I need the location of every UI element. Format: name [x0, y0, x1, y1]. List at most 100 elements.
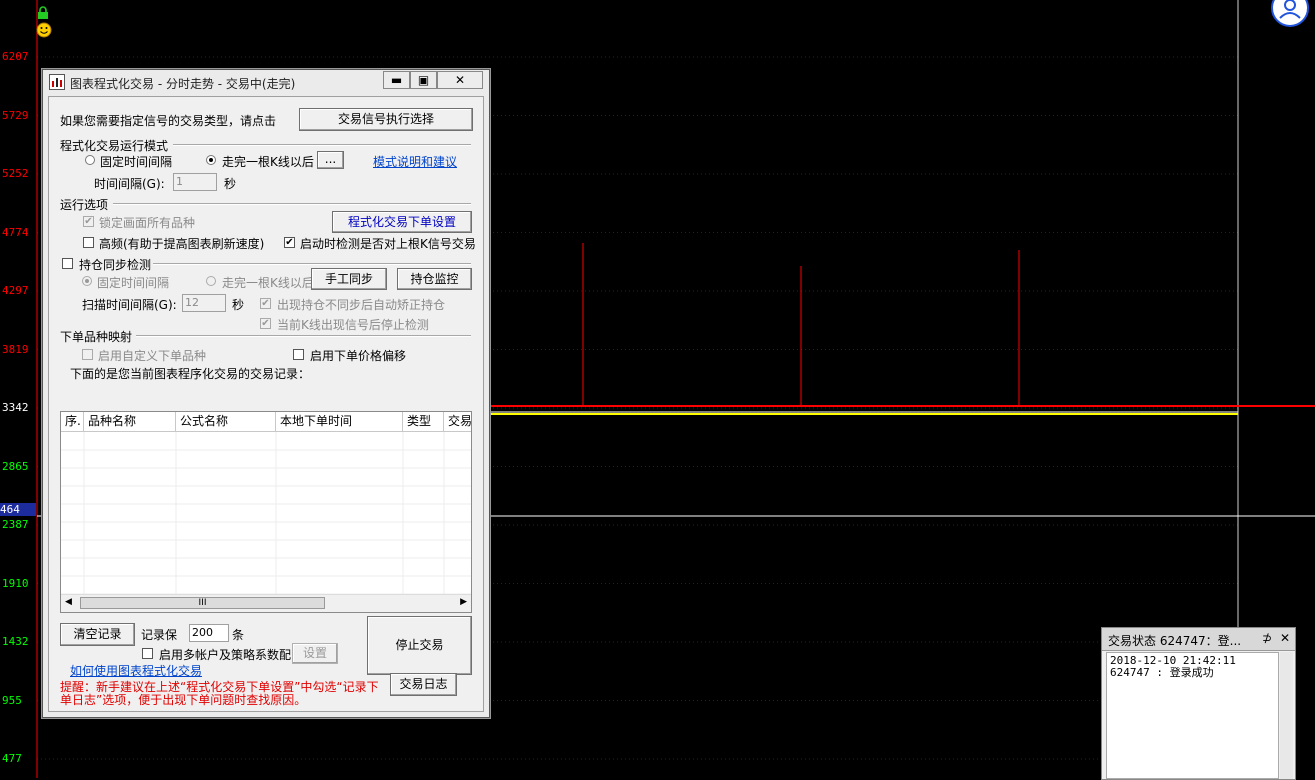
mode-section-title: 程式化交易运行模式: [60, 139, 169, 153]
keep-count-input[interactable]: 200: [189, 624, 229, 642]
interval-unit: 秒: [224, 177, 237, 191]
table-header: 序. 品种名称 公式名称 本地下单时间 类型 交易: [61, 412, 471, 432]
dialog-client: 如果您需要指定信号的交易类型，请点击 交易信号执行选择 程式化交易运行模式 固定…: [48, 96, 484, 712]
custom-symbol-checkbox[interactable]: [82, 349, 93, 360]
trade-records-table[interactable]: 序. 品种名称 公式名称 本地下单时间 类型 交易 ◀ III ▶: [60, 411, 472, 613]
price-offset-checkbox[interactable]: [293, 349, 304, 360]
lock-all-label: 锁定画面所有品种: [99, 216, 196, 230]
scan-interval-unit: 秒: [232, 298, 245, 312]
scan-interval-input[interactable]: 12: [182, 294, 226, 312]
close-button[interactable]: ✕: [437, 71, 483, 89]
mode-help-link[interactable]: 模式说明和建议: [373, 153, 457, 170]
manual-sync-button[interactable]: 手工同步: [311, 268, 387, 290]
position-monitor-button[interactable]: 持仓监控: [397, 268, 472, 290]
col-header-symbol[interactable]: 品种名称: [84, 412, 176, 432]
mapping-separator: [136, 335, 471, 337]
smile-icon: [36, 22, 52, 38]
status-log[interactable]: 2018-12-10 21:42:11 624747 : 登录成功: [1106, 652, 1279, 779]
col-header-index[interactable]: 序.: [61, 412, 84, 432]
multi-account-label: 启用多帐户及策略系数配: [159, 648, 292, 662]
mode-after-k-label[interactable]: 走完一根K线以后: [222, 153, 314, 170]
y-tick-label: 4774: [2, 225, 29, 239]
scroll-left-arrow-icon[interactable]: ◀: [65, 597, 72, 607]
high-freq-label: 高频(有助于提高图表刷新速度): [99, 237, 265, 251]
scroll-right-arrow-icon[interactable]: ▶: [460, 597, 467, 607]
scan-interval-label: 扫描时间间隔(G):: [82, 298, 177, 312]
dialog-title: 图表程式化交易 - 分时走势 - 交易中(走完): [70, 77, 296, 91]
multi-account-settings-button[interactable]: 设置: [292, 643, 338, 664]
beginner-warning: 提醒：新手建议在上述“程式化交易下单设置”中勾选“记录下单日志”选项，便于出现下…: [60, 680, 379, 707]
mode-after-k-radio[interactable]: [206, 155, 216, 165]
chart-app-icon: [49, 74, 65, 90]
y-tick-label: 1432: [2, 635, 29, 648]
auto-correct-label: 出现持仓不同步后自动矫正持仓: [277, 298, 446, 312]
interval-label: 时间间隔(G):: [94, 177, 165, 191]
status-title: 交易状态 624747：登...: [1108, 634, 1242, 648]
multi-account-checkbox[interactable]: [142, 648, 153, 659]
col-header-time[interactable]: 本地下单时间: [276, 412, 403, 432]
sync-after-k-label: 走完一根K线以后: [222, 276, 314, 290]
y-tick-label: 1910: [2, 576, 29, 590]
stop-trading-button[interactable]: 停止交易: [367, 616, 472, 675]
keep-label: 记录保: [141, 628, 178, 642]
position-sync-label: 持仓同步检测: [79, 258, 152, 272]
minimize-button[interactable]: ▬: [383, 71, 410, 89]
program-trading-dialog: 图表程式化交易 - 分时走势 - 交易中(走完) ▬ ▣ ✕ 如果您需要指定信号…: [42, 69, 490, 718]
howto-link[interactable]: 如何使用图表程式化交易: [70, 662, 202, 679]
maximize-button[interactable]: ▣: [410, 71, 437, 89]
order-settings-button[interactable]: 程式化交易下单设置: [332, 211, 472, 233]
check-on-start-checkbox[interactable]: ✔: [284, 237, 295, 248]
price-offset-label: 启用下单价格偏移: [310, 349, 407, 363]
y-tick-label: 4297: [2, 284, 29, 297]
y-tick-label: 3819: [2, 342, 29, 356]
y-tick-label: 6207: [2, 50, 29, 63]
y-tick-label: 5729: [2, 108, 29, 122]
y-tick-label: 477: [2, 752, 22, 765]
custom-symbol-label: 启用自定义下单品种: [98, 349, 207, 363]
signal-select-button[interactable]: 交易信号执行选择: [299, 108, 473, 131]
mode-fixed-radio[interactable]: [85, 155, 95, 165]
auto-correct-checkbox[interactable]: ✔: [260, 298, 271, 309]
scroll-thumb[interactable]: III: [80, 597, 325, 609]
clear-records-button[interactable]: 清空记录: [60, 623, 135, 646]
mode-more-button[interactable]: ...: [317, 151, 344, 169]
sync-fixed-radio[interactable]: [82, 276, 92, 286]
sync-fixed-label: 固定时间间隔: [97, 276, 170, 290]
options-separator: [113, 203, 471, 205]
mapping-section-title: 下单品种映射: [60, 330, 133, 344]
status-line-message: 624747 : 登录成功: [1110, 666, 1214, 679]
cursor-value-label: 464: [0, 503, 36, 516]
trade-log-button[interactable]: 交易日志: [390, 673, 457, 696]
mode-separator: [173, 144, 471, 146]
y-tick-label: 2865: [2, 459, 29, 473]
stop-on-signal-checkbox[interactable]: ✔: [260, 318, 271, 329]
y-tick-label: 2387: [2, 518, 29, 531]
y-tick-label: 3342: [2, 401, 29, 414]
position-sync-checkbox[interactable]: [62, 258, 73, 269]
trade-status-panel: 交易状态 624747：登... ⊅ ✕ 2018-12-10 21:42:11…: [1101, 627, 1296, 780]
status-scrollbar[interactable]: [1280, 652, 1293, 779]
high-freq-checkbox[interactable]: [83, 237, 94, 248]
y-tick-label: 955: [2, 693, 22, 707]
stop-on-signal-label: 当前K线出现信号后停止检测: [277, 318, 429, 332]
status-titlebar[interactable]: 交易状态 624747：登... ⊅ ✕: [1102, 628, 1295, 651]
lock-icon: [38, 6, 48, 19]
table-hscrollbar[interactable]: ◀ III ▶: [61, 594, 471, 612]
interval-input[interactable]: 1: [173, 173, 217, 191]
dialog-titlebar[interactable]: 图表程式化交易 - 分时走势 - 交易中(走完) ▬ ▣ ✕: [43, 70, 489, 94]
options-section-title: 运行选项: [60, 198, 109, 212]
col-header-trade[interactable]: 交易: [444, 412, 471, 432]
pin-icon[interactable]: ⊅: [1262, 631, 1272, 645]
signal-prompt: 如果您需要指定信号的交易类型，请点击: [60, 114, 277, 128]
sync-after-k-radio[interactable]: [206, 276, 216, 286]
mode-fixed-label[interactable]: 固定时间间隔: [100, 153, 172, 170]
user-icon[interactable]: [1270, 0, 1310, 30]
sync-separator: [153, 263, 471, 265]
table-empty-rows: [61, 432, 471, 595]
check-on-start-label: 启动时检测是否对上根K信号交易: [300, 237, 476, 251]
col-header-type[interactable]: 类型: [403, 412, 444, 432]
status-close-icon[interactable]: ✕: [1280, 631, 1290, 645]
lock-all-checkbox[interactable]: ✔: [83, 216, 94, 227]
col-header-formula[interactable]: 公式名称: [176, 412, 276, 432]
keep-unit: 条: [232, 628, 245, 642]
